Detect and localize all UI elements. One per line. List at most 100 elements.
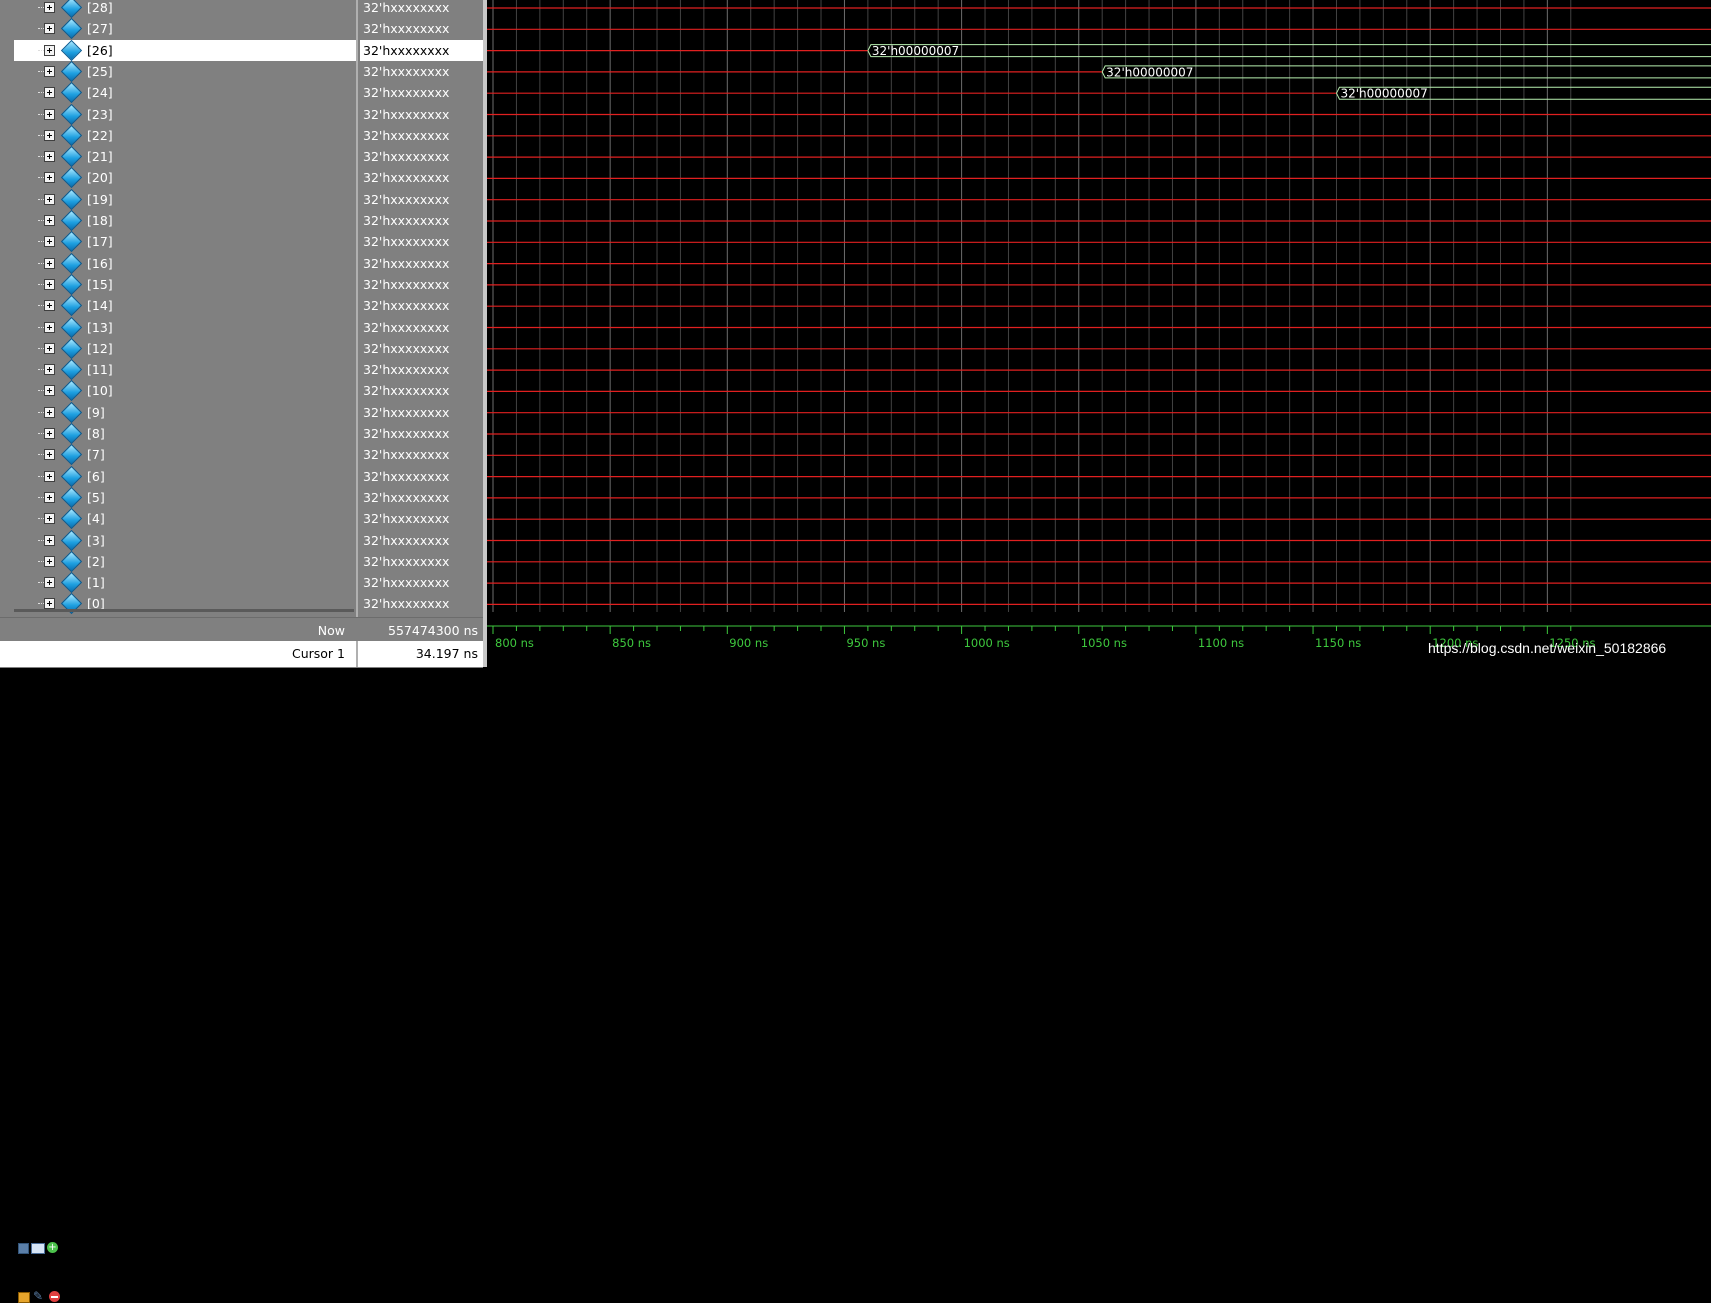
signal-name: [11]	[87, 362, 113, 378]
signal-row[interactable]: [16]	[14, 252, 356, 274]
edit-cursor-icon[interactable]: ✎	[33, 1290, 45, 1302]
expand-icon[interactable]	[44, 65, 55, 77]
signal-value[interactable]: 32'hxxxxxxxx	[360, 210, 485, 231]
signal-row[interactable]: [25]	[14, 60, 356, 82]
signal-value[interactable]: 32'hxxxxxxxx	[360, 274, 485, 295]
signal-row[interactable]: [17]	[14, 231, 356, 253]
expand-icon[interactable]	[44, 278, 55, 290]
signal-value[interactable]: 32'hxxxxxxxx	[360, 530, 485, 551]
expand-icon[interactable]	[44, 534, 55, 546]
expand-icon[interactable]	[44, 193, 55, 205]
cursor-row[interactable]: ✎ Cursor 1 34.197 ns	[0, 641, 483, 1303]
expand-icon[interactable]	[44, 257, 55, 269]
signal-value[interactable]: 32'hxxxxxxxx	[360, 253, 485, 274]
signal-name-pane[interactable]: [28] [27] [26] [25] [24] [23] [22] [21] [20] [19]…	[0, 0, 357, 617]
signal-value[interactable]: 32'hxxxxxxxx	[360, 189, 485, 210]
signal-row[interactable]: [10]	[14, 380, 356, 402]
signal-value-pane[interactable]: 32'hxxxxxxxx 32'hxxxxxxxx 32'hxxxxxxxx 32'h…	[356, 0, 485, 617]
signal-value[interactable]: 32'hxxxxxxxx	[360, 317, 485, 338]
expand-icon[interactable]	[44, 385, 55, 397]
expand-icon[interactable]	[44, 87, 55, 99]
signal-row[interactable]: [9]	[14, 401, 356, 423]
signal-value[interactable]: 32'hxxxxxxxx	[360, 487, 485, 508]
name-pane-scrollbar[interactable]	[14, 609, 354, 612]
signal-row[interactable]: [11]	[14, 358, 356, 381]
signal-row[interactable]: [18]	[14, 209, 356, 232]
expand-icon[interactable]	[44, 449, 55, 461]
signal-row[interactable]: [23]	[14, 103, 356, 125]
signal-row[interactable]: [26]	[14, 39, 356, 61]
signal-value[interactable]: 32'hxxxxxxxx	[360, 423, 485, 444]
expand-icon[interactable]	[44, 470, 55, 482]
signal-row[interactable]: [20]	[14, 167, 356, 189]
expand-icon[interactable]	[44, 555, 55, 567]
signal-row[interactable]: [14]	[14, 295, 356, 317]
signal-value[interactable]: 32'hxxxxxxxx	[360, 146, 485, 167]
toolbar-wave-icon[interactable]	[18, 1243, 29, 1254]
signal-value[interactable]: 32'hxxxxxxxx	[360, 82, 485, 103]
signal-value[interactable]: 32'hxxxxxxxx	[360, 572, 485, 593]
signal-value[interactable]: 32'hxxxxxxxx	[360, 380, 485, 401]
signal-row[interactable]: [24]	[14, 82, 356, 104]
remove-cursor-icon[interactable]	[49, 1291, 60, 1302]
signal-row[interactable]: [15]	[14, 273, 356, 295]
expand-icon[interactable]	[44, 300, 55, 312]
expand-icon[interactable]	[44, 172, 55, 184]
expand-icon[interactable]	[44, 236, 55, 248]
signal-row[interactable]: [22]	[14, 124, 356, 146]
expand-icon[interactable]	[44, 428, 55, 439]
expand-icon[interactable]	[44, 151, 55, 163]
signal-value[interactable]: 32'hxxxxxxxx	[360, 0, 485, 18]
expand-icon[interactable]	[44, 513, 55, 525]
signal-value[interactable]: 32'hxxxxxxxx	[360, 508, 485, 529]
expand-icon[interactable]	[44, 2, 55, 13]
signal-value[interactable]: 32'hxxxxxxxx	[360, 593, 485, 614]
toolbar-screen-icon[interactable]	[31, 1243, 45, 1254]
signal-row[interactable]: [7]	[14, 444, 356, 466]
signal-row[interactable]: [1]	[14, 571, 356, 594]
waveform-pane[interactable]: 32'h00000007 32'h00000007 32'h00000007	[487, 0, 1711, 617]
expand-icon[interactable]	[44, 129, 55, 141]
signal-value[interactable]: 32'hxxxxxxxx	[360, 338, 485, 359]
signal-value[interactable]: 32'hxxxxxxxx	[360, 295, 485, 316]
signal-value[interactable]: 32'hxxxxxxxx	[360, 167, 485, 188]
signal-row[interactable]: [12]	[14, 337, 356, 359]
expand-icon[interactable]	[44, 215, 55, 226]
signal-value[interactable]: 32'hxxxxxxxx	[360, 104, 485, 125]
lock-cursor-icon[interactable]	[18, 1292, 30, 1303]
signal-row[interactable]: [19]	[14, 188, 356, 210]
signal-row[interactable]: [2]	[14, 550, 356, 572]
signal-value[interactable]: 32'hxxxxxxxx	[360, 231, 485, 252]
signal-name: [21]	[87, 149, 113, 165]
signal-value[interactable]: 32'hxxxxxxxx	[360, 466, 485, 487]
expand-icon[interactable]	[44, 598, 55, 610]
expand-icon[interactable]	[44, 23, 55, 35]
expand-icon[interactable]	[44, 406, 55, 418]
expand-icon[interactable]	[44, 577, 55, 589]
signal-row[interactable]: [8]	[14, 422, 356, 445]
signal-value[interactable]: 32'hxxxxxxxx	[360, 359, 485, 380]
signal-row[interactable]: [5]	[14, 486, 356, 508]
signal-row[interactable]: [13]	[14, 316, 356, 338]
expand-icon[interactable]	[44, 108, 55, 120]
expand-icon[interactable]	[44, 491, 55, 503]
expand-icon[interactable]	[44, 44, 55, 56]
expand-icon[interactable]	[44, 342, 55, 354]
waveform-canvas[interactable]: 32'h00000007 32'h00000007 32'h00000007	[487, 0, 1711, 617]
signal-row[interactable]: [6]	[14, 465, 356, 487]
signal-row[interactable]: [28]	[14, 0, 356, 19]
signal-value[interactable]: 32'hxxxxxxxx	[360, 125, 485, 146]
signal-row[interactable]: [4]	[14, 508, 356, 530]
signal-value[interactable]: 32'hxxxxxxxx	[360, 39, 485, 61]
add-cursor-icon[interactable]: +	[47, 1242, 58, 1253]
expand-icon[interactable]	[44, 364, 55, 376]
signal-value[interactable]: 32'hxxxxxxxx	[360, 444, 485, 465]
signal-row[interactable]: [21]	[14, 145, 356, 168]
signal-value[interactable]: 32'hxxxxxxxx	[360, 551, 485, 572]
expand-icon[interactable]	[44, 321, 55, 333]
signal-row[interactable]: [27]	[14, 18, 356, 40]
signal-row[interactable]: [3]	[14, 529, 356, 551]
signal-value[interactable]: 32'hxxxxxxxx	[360, 61, 485, 82]
signal-value[interactable]: 32'hxxxxxxxx	[360, 18, 485, 39]
signal-value[interactable]: 32'hxxxxxxxx	[360, 402, 485, 423]
